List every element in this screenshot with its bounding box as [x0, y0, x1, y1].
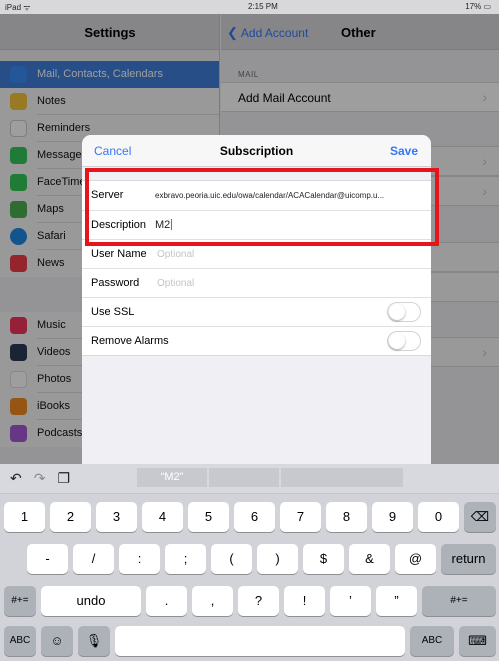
key-4[interactable]: 4 [142, 502, 183, 532]
remove-alarms-row: Remove Alarms [82, 326, 431, 355]
undo-key[interactable]: undo [41, 586, 141, 616]
keyboard-dismiss-icon: ⌨ [468, 633, 487, 648]
backspace-key[interactable]: ⌫ [464, 502, 496, 532]
prediction-suggestion-empty[interactable] [281, 468, 403, 487]
save-button[interactable]: Save [390, 144, 418, 158]
key-hyphen[interactable]: - [27, 544, 68, 574]
key-at[interactable]: @ [395, 544, 436, 574]
use-ssl-label: Use SSL [91, 306, 135, 318]
status-bar: iPad ᯤ 2:15 PM 17% ▭ [0, 0, 499, 14]
use-ssl-row: Use SSL [82, 297, 431, 326]
device-label: iPad ᯤ [5, 3, 31, 12]
prediction-suggestion-empty[interactable] [209, 468, 279, 487]
abc-key-right[interactable]: ABC [410, 626, 454, 656]
key-slash[interactable]: / [73, 544, 114, 574]
clock: 2:15 PM [248, 2, 278, 11]
key-semicolon[interactable]: ; [165, 544, 206, 574]
backspace-icon: ⌫ [470, 509, 490, 524]
key-2[interactable]: 2 [50, 502, 91, 532]
paste-icon[interactable]: ❐ [57, 470, 70, 486]
prediction-bar: ↶ ↷ ❐ “M2” [0, 464, 499, 494]
key-5[interactable]: 5 [188, 502, 229, 532]
key-0[interactable]: 0 [418, 502, 459, 532]
emoji-key[interactable]: ☺ [41, 626, 73, 656]
remove-alarms-toggle[interactable] [387, 331, 421, 351]
key-exclamation[interactable]: ! [284, 586, 325, 616]
space-key[interactable] [115, 626, 405, 656]
highlight-box [85, 168, 439, 246]
remove-alarms-label: Remove Alarms [91, 335, 169, 347]
abc-key-left[interactable]: ABC [4, 626, 36, 656]
key-8[interactable]: 8 [326, 502, 367, 532]
username-label: User Name [91, 248, 147, 260]
key-comma[interactable]: , [192, 586, 233, 616]
key-apostrophe[interactable]: ’ [330, 586, 371, 616]
password-row[interactable]: Password Optional [82, 268, 431, 297]
microphone-icon: 🎙 [85, 633, 103, 648]
prediction-suggestion[interactable]: “M2” [137, 468, 207, 487]
redo-icon[interactable]: ↷ [34, 470, 46, 486]
key-close-paren[interactable]: ) [257, 544, 298, 574]
key-open-paren[interactable]: ( [211, 544, 252, 574]
key-1[interactable]: 1 [4, 502, 45, 532]
key-question[interactable]: ? [238, 586, 279, 616]
key-quote[interactable]: ” [376, 586, 417, 616]
battery-indicator: 17% ▭ [465, 2, 491, 11]
hide-keyboard-key[interactable]: ⌨ [459, 626, 496, 656]
use-ssl-toggle[interactable] [387, 302, 421, 322]
emoji-icon: ☺ [50, 633, 64, 648]
key-colon[interactable]: : [119, 544, 160, 574]
key-7[interactable]: 7 [280, 502, 321, 532]
password-label: Password [91, 277, 140, 289]
sheet-title: Subscription [219, 144, 294, 158]
more-symbols-key-right[interactable]: #+= [422, 586, 496, 616]
key-ampersand[interactable]: & [349, 544, 390, 574]
key-period[interactable]: . [146, 586, 187, 616]
more-symbols-key-left[interactable]: #+= [4, 586, 36, 616]
key-dollar[interactable]: $ [303, 544, 344, 574]
keyboard: ↶ ↷ ❐ “M2” 1 2 3 4 5 6 7 8 9 0 ⌫ - / : ; (… [0, 464, 499, 661]
sheet-nav-bar: Cancel Subscription Save [82, 135, 431, 167]
undo-icon[interactable]: ↶ [10, 470, 22, 486]
return-key[interactable]: return [441, 544, 496, 574]
username-field[interactable]: Optional [157, 249, 194, 260]
key-9[interactable]: 9 [372, 502, 413, 532]
key-3[interactable]: 3 [96, 502, 137, 532]
key-6[interactable]: 6 [234, 502, 275, 532]
dictation-key[interactable]: 🎙 [78, 626, 110, 656]
password-field[interactable]: Optional [157, 278, 194, 289]
